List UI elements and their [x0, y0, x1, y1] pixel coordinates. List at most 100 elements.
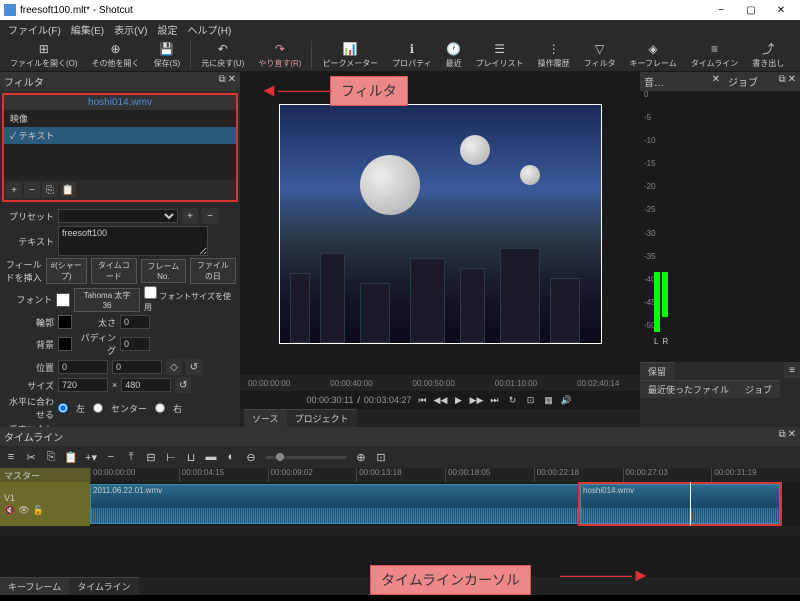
text-input[interactable]: freesoft100: [58, 226, 208, 256]
pos-reset-button[interactable]: ↺: [186, 359, 202, 375]
paste-filter-button[interactable]: 📋: [60, 182, 76, 198]
copy-filter-button[interactable]: ⎘: [42, 182, 58, 198]
volume-button[interactable]: 🔊: [559, 393, 573, 407]
tl-overwrite-button[interactable]: ⊟: [142, 448, 160, 466]
jobs-tab[interactable]: ジョブ: [737, 380, 780, 398]
menu-view[interactable]: 表示(V): [110, 22, 151, 37]
tl-lift-button[interactable]: ⤒: [122, 448, 140, 466]
tl-zoomfit-button[interactable]: ⊡: [372, 448, 390, 466]
tl-ripple-button[interactable]: ◐: [222, 448, 240, 466]
bottom-tab-keyframes[interactable]: キーフレーム: [0, 577, 69, 595]
properties-button[interactable]: ℹプロパティ: [386, 40, 438, 70]
tl-snap-button[interactable]: ⊔: [182, 448, 200, 466]
menu-edit[interactable]: 編集(E): [67, 22, 108, 37]
clip-1[interactable]: 2011.06.22.01.wmv: [90, 484, 580, 524]
jobs-tab-progress[interactable]: 保留: [640, 362, 674, 380]
tl-append-button[interactable]: +▾: [82, 448, 100, 466]
tl-zoomout-button[interactable]: ⊖: [242, 448, 260, 466]
close-button[interactable]: ✕: [766, 1, 796, 19]
thickness-input[interactable]: [120, 315, 150, 329]
preset-delete-button[interactable]: −: [202, 208, 218, 224]
recent-files-tab[interactable]: 最近使ったファイル: [640, 380, 737, 398]
history-button[interactable]: ⋮操作履歴: [532, 40, 576, 70]
halign-center-radio[interactable]: [93, 403, 103, 413]
halign-left-radio[interactable]: [58, 403, 68, 413]
open-file-button[interactable]: ⊞ファイルを開く(O): [4, 40, 84, 70]
filter-item-text[interactable]: ✓ テキスト: [4, 127, 236, 144]
menu-file[interactable]: ファイル(F): [4, 22, 65, 37]
timeline-scrollbar[interactable]: [0, 526, 800, 536]
track-mute-icon[interactable]: 🔇: [4, 505, 15, 516]
jobs-close-icon[interactable]: ✕: [788, 74, 796, 89]
timeline-button[interactable]: ≡タイムライン: [685, 40, 744, 70]
panel-undock-icon[interactable]: ⧉: [218, 74, 225, 89]
grid-button[interactable]: ▦: [541, 393, 555, 407]
track-lock-icon[interactable]: 🔓: [33, 505, 44, 516]
menu-settings[interactable]: 設定: [153, 22, 181, 37]
jobs-undock-icon[interactable]: ⧉: [778, 74, 785, 89]
menu-help[interactable]: ヘルプ(H): [183, 22, 235, 37]
minimize-button[interactable]: −: [706, 1, 736, 19]
redo-button[interactable]: ↷やり直す(R): [252, 40, 307, 70]
use-fontsize-checkbox[interactable]: [144, 286, 157, 299]
pos-x-input[interactable]: [58, 360, 108, 374]
tl-split-button[interactable]: ⊢: [162, 448, 180, 466]
tl-paste-button[interactable]: 📋: [62, 448, 80, 466]
timeline-undock-icon[interactable]: ⧉: [778, 429, 785, 444]
open-other-button[interactable]: ⊕その他を開く: [86, 40, 146, 70]
filedate-button[interactable]: ファイルの日: [190, 258, 236, 284]
tl-menu-button[interactable]: ≡: [2, 448, 20, 466]
preview-ruler[interactable]: 00:00:00:0000:00:40:0000:00:50:0000:01:1…: [240, 375, 640, 391]
preset-save-button[interactable]: +: [182, 208, 198, 224]
timecode-button[interactable]: タイムコード: [91, 258, 137, 284]
pos-y-input[interactable]: [112, 360, 162, 374]
preview-video[interactable]: [279, 104, 602, 344]
sharp-button[interactable]: #(シャープ): [46, 258, 87, 284]
tl-remove-button[interactable]: −: [102, 448, 120, 466]
size-h-input[interactable]: [121, 378, 171, 392]
tl-zoomin-button[interactable]: ⊕: [352, 448, 370, 466]
tab-project[interactable]: プロジェクト: [287, 409, 357, 427]
tl-cut-button[interactable]: ✂: [22, 448, 40, 466]
preset-select[interactable]: [58, 209, 178, 223]
jobs-menu-button[interactable]: ≡: [784, 362, 800, 378]
zoom-button[interactable]: ⊡: [523, 393, 537, 407]
export-button[interactable]: ⤴書き出し: [746, 40, 790, 70]
add-filter-button[interactable]: +: [6, 182, 22, 198]
play-button[interactable]: ▶: [451, 393, 465, 407]
tl-copy-button[interactable]: ⎘: [42, 448, 60, 466]
size-w-input[interactable]: [58, 378, 108, 392]
font-picker-button[interactable]: Tahoma 太字 36: [74, 288, 140, 312]
maximize-button[interactable]: ▢: [736, 1, 766, 19]
keyframes-button[interactable]: ◈キーフレーム: [624, 40, 683, 70]
loop-button[interactable]: ↻: [505, 393, 519, 407]
bg-color-swatch[interactable]: [58, 337, 72, 351]
pos-keyframe-button[interactable]: ◇: [166, 359, 182, 375]
undo-button[interactable]: ↶元に戻す(U): [195, 40, 250, 70]
size-reset-button[interactable]: ↺: [175, 377, 191, 393]
recent-button[interactable]: 🕐最近: [440, 40, 468, 70]
save-button[interactable]: 💾保存(S): [148, 40, 187, 70]
skip-next-button[interactable]: ⏭: [487, 393, 501, 407]
halign-right-radio[interactable]: [155, 403, 165, 413]
tab-source[interactable]: ソース: [244, 409, 287, 427]
forward-button[interactable]: ▶▶: [469, 393, 483, 407]
bottom-tab-timeline[interactable]: タイムライン: [69, 577, 138, 595]
padding-input[interactable]: [120, 337, 150, 351]
track-v1-head[interactable]: V1 🔇👁🔓: [0, 482, 90, 526]
timeline-ruler[interactable]: 00:00:00:0000:00:04:1500:00:09:0200:00:1…: [90, 468, 800, 482]
meter-close-icon[interactable]: ✕: [712, 74, 720, 89]
tl-zoom-slider[interactable]: [266, 456, 346, 459]
rewind-button[interactable]: ◀◀: [433, 393, 447, 407]
remove-filter-button[interactable]: −: [24, 182, 40, 198]
panel-close-icon[interactable]: ✕: [228, 74, 236, 89]
track-master-head[interactable]: マスター: [0, 468, 90, 482]
frameno-button[interactable]: フレーム No.: [141, 259, 186, 283]
track-hide-icon[interactable]: 👁: [18, 505, 29, 516]
tl-scrub-button[interactable]: ▬: [202, 448, 220, 466]
font-color-swatch[interactable]: [56, 293, 70, 307]
track-v1-body[interactable]: 2011.06.22.01.wmv hoshi014.wmv: [90, 482, 800, 526]
peakmeter-button[interactable]: 📊ピークメーター: [316, 40, 384, 70]
timeline-cursor[interactable]: [690, 482, 691, 526]
skip-prev-button[interactable]: ⏮: [415, 393, 429, 407]
